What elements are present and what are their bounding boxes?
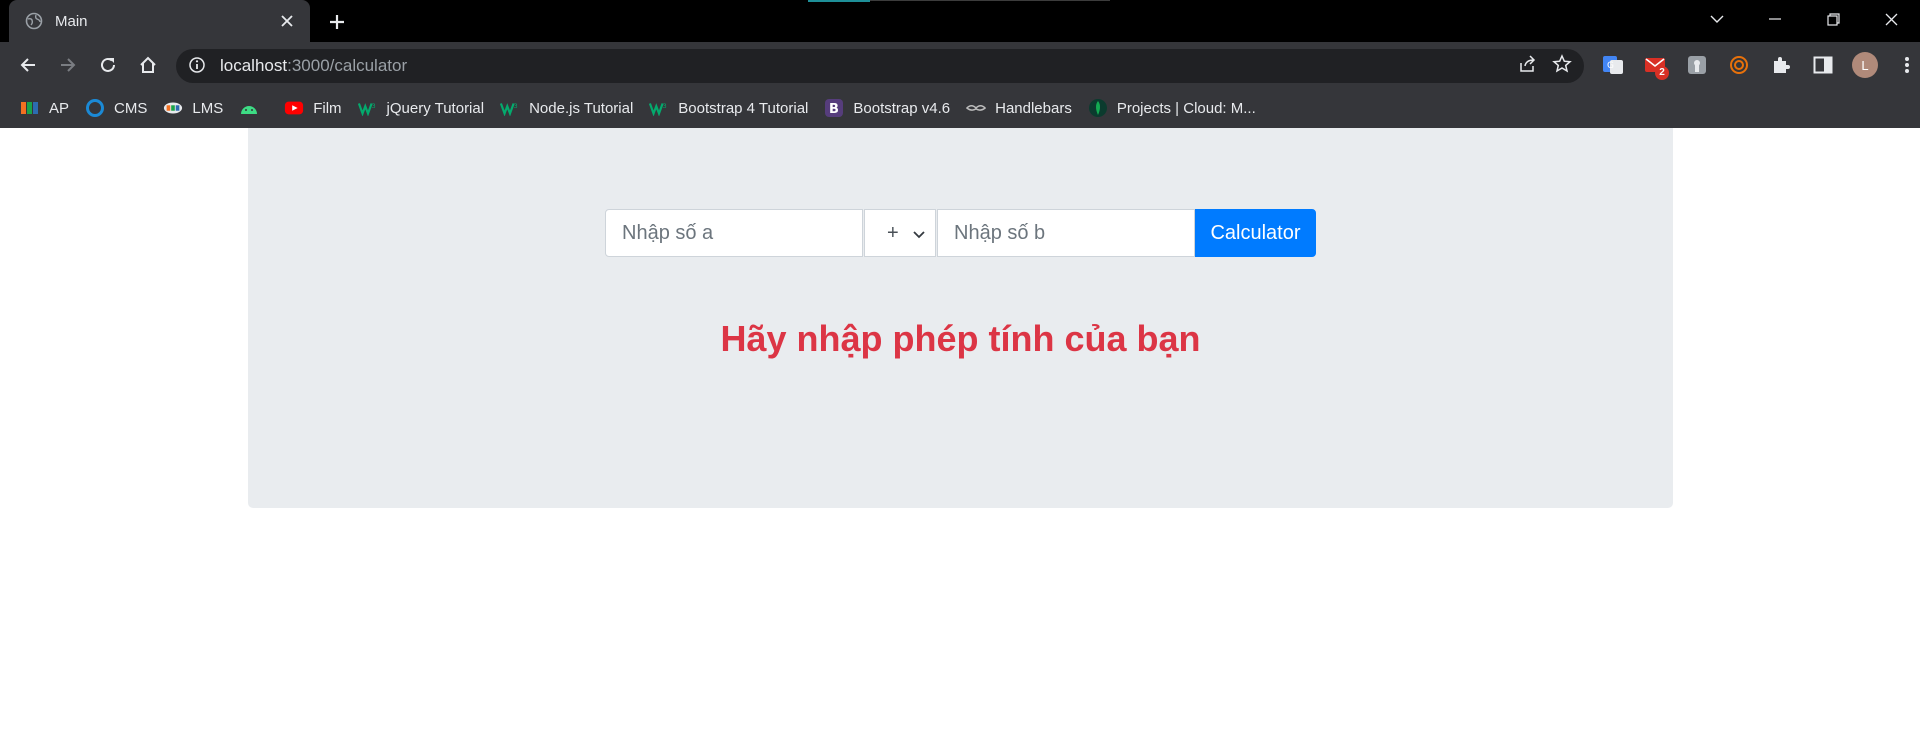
browser-toolbar: localhost:3000/calculator G 2 L — [0, 42, 1920, 88]
url-text[interactable]: localhost:3000/calculator — [220, 56, 1518, 76]
tab-search-icon[interactable] — [1688, 0, 1746, 38]
calculator-form: Nhập số a + Nhập số b Calculator — [605, 209, 1316, 257]
bookmark-label: Projects | Cloud: M... — [1116, 99, 1256, 117]
back-icon[interactable] — [8, 45, 48, 85]
page-content: Nhập số a + Nhập số b Calculator Hãy nhậ… — [0, 128, 1920, 746]
bookmark-bootstrap-v46[interactable]: B Bootstrap v4.6 — [820, 92, 962, 124]
bookmark-label: CMS — [114, 99, 148, 117]
youtube-icon — [284, 98, 304, 118]
bookmark-ap[interactable]: AP — [16, 92, 81, 124]
tab-main[interactable]: Main — [9, 0, 310, 42]
google-translate-icon[interactable]: G — [1594, 46, 1632, 84]
forward-icon[interactable] — [48, 45, 88, 85]
side-panel-icon[interactable] — [1804, 46, 1842, 84]
bookmark-jquery-tutorial[interactable]: 3 jQuery Tutorial — [354, 92, 497, 124]
w3schools-icon: 3 — [649, 98, 669, 118]
lms-icon — [163, 98, 183, 118]
browser-chrome: Main localhost:3000/calculator G 2 L AP … — [0, 0, 1920, 128]
omnibox-actions — [1518, 53, 1572, 79]
jumbotron: Nhập số a + Nhập số b Calculator Hãy nhậ… — [248, 128, 1673, 508]
svg-text:3: 3 — [514, 103, 518, 110]
bookmark-lms[interactable]: LMS — [159, 92, 235, 124]
profile-avatar[interactable]: L — [1846, 46, 1884, 84]
svg-text:G: G — [1607, 61, 1614, 71]
bookmark-cms[interactable]: CMS — [81, 92, 159, 124]
bookmark-label: Film — [313, 99, 342, 117]
window-controls — [1688, 0, 1920, 38]
bookmark-handlebars[interactable]: Handlebars — [962, 92, 1084, 124]
svg-text:3: 3 — [371, 103, 375, 110]
calculator-button[interactable]: Calculator — [1195, 209, 1316, 257]
new-tab-icon[interactable] — [324, 9, 350, 35]
bookmark-android[interactable] — [235, 92, 280, 124]
extensions-area: G 2 L — [1594, 42, 1920, 88]
bookmark-label: Node.js Tutorial — [529, 99, 634, 117]
mail-badge: 2 — [1655, 66, 1669, 80]
bookmark-nodejs-tutorial[interactable]: 3 Node.js Tutorial — [496, 92, 645, 124]
restore-icon[interactable] — [1804, 0, 1862, 38]
share-icon[interactable] — [1518, 54, 1538, 79]
tab-indicator-track — [870, 0, 1110, 1]
tab-title: Main — [55, 12, 88, 30]
svg-text:B: B — [829, 102, 839, 117]
touch-extension-icon[interactable] — [1678, 46, 1716, 84]
home-icon[interactable] — [128, 45, 168, 85]
bookmark-label: Bootstrap v4.6 — [853, 99, 951, 117]
menu-kebab-icon[interactable] — [1888, 46, 1920, 84]
bookmark-bootstrap4-tutorial[interactable]: 3 Bootstrap 4 Tutorial — [645, 92, 820, 124]
chevron-down-icon — [913, 222, 925, 245]
android-icon — [239, 98, 259, 118]
number-b-input[interactable]: Nhập số b — [937, 209, 1195, 257]
url-host: localhost — [220, 56, 288, 75]
number-a-input[interactable]: Nhập số a — [605, 209, 863, 257]
address-bar[interactable]: localhost:3000/calculator — [176, 49, 1584, 83]
operator-select[interactable]: + — [864, 209, 936, 257]
url-path: :3000/calculator — [287, 56, 408, 75]
bookmark-star-icon[interactable] — [1552, 53, 1572, 79]
bootstrap-icon: B — [824, 98, 844, 118]
ring-icon — [85, 98, 105, 118]
bookmark-label: AP — [49, 99, 70, 117]
bookmark-label: Bootstrap 4 Tutorial — [678, 99, 809, 117]
bookmark-film[interactable]: Film — [280, 92, 353, 124]
bookmarks-bar: AP CMS LMS Film 3 jQuery Tutorial 3 Node… — [0, 88, 1920, 128]
bookmark-label: jQuery Tutorial — [386, 99, 485, 117]
bookmark-label: LMS — [192, 99, 224, 117]
info-icon[interactable] — [188, 56, 208, 76]
tab-indicator — [808, 0, 870, 2]
tab-strip: Main — [0, 0, 1920, 42]
mongodb-icon — [1088, 98, 1108, 118]
fpt-icon — [20, 98, 40, 118]
w3schools-icon: 3 — [357, 98, 378, 118]
result-message: Hãy nhập phép tính của bạn — [720, 318, 1201, 359]
mail-icon[interactable]: 2 — [1636, 46, 1674, 84]
reload-icon[interactable] — [88, 45, 128, 85]
extensions-puzzle-icon[interactable] — [1762, 46, 1800, 84]
close-tab-icon[interactable] — [276, 10, 298, 32]
avatar: L — [1852, 52, 1878, 78]
globe-icon — [25, 12, 43, 30]
handlebars-icon — [966, 98, 987, 118]
minimize-icon[interactable] — [1746, 0, 1804, 38]
bookmark-mongodb-projects[interactable]: Projects | Cloud: M... — [1084, 92, 1268, 124]
w3schools-icon: 3 — [500, 98, 520, 118]
svg-text:3: 3 — [663, 103, 667, 110]
operator-value: + — [887, 221, 899, 244]
spiral-extension-icon[interactable] — [1720, 46, 1758, 84]
bookmark-label: Handlebars — [995, 99, 1072, 117]
close-window-icon[interactable] — [1862, 0, 1920, 38]
